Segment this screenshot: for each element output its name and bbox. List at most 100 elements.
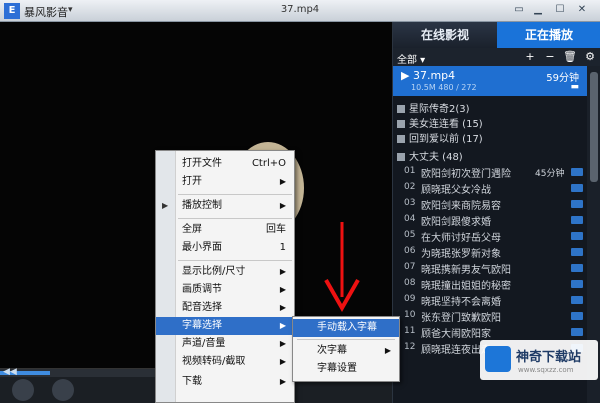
menu-item-subtitle-select[interactable]: 字幕选择 ▶ [156, 317, 294, 335]
episode-item[interactable]: 04 欧阳剑跟傻求婚 [393, 213, 587, 228]
menu-item-label: 字幕选择 [182, 320, 222, 331]
episode-item[interactable]: 05 在大师讨好岳父母 [393, 229, 587, 244]
app-menu-arrow-icon[interactable]: ▾ [68, 5, 73, 15]
menu-item-shortcut: 1 [279, 242, 286, 253]
menu-separator [178, 218, 292, 219]
collapse-icon[interactable] [397, 120, 405, 128]
app-name[interactable]: 暴风影音 [24, 4, 68, 20]
maximize-button[interactable]: ☐ [552, 3, 568, 18]
folder-icon[interactable]: ▬ [570, 82, 579, 92]
menu-item-dubbing[interactable]: 配音选择 ▶ [156, 299, 294, 317]
menu-item-open[interactable]: 打开 ▶ [156, 173, 294, 191]
episode-number: 02 [404, 182, 416, 192]
submenu-arrow-icon: ▶ [279, 201, 286, 210]
collapse-icon[interactable] [397, 105, 405, 113]
tab-now-playing[interactable]: 正在播放 [497, 22, 600, 48]
menu-item-label: 显示比例/尺寸 [182, 266, 246, 277]
episode-title: 晓珉携新男友气欧阳 [421, 265, 511, 276]
menu-item-label: 视频转码/截取 [182, 356, 246, 367]
menu-item-picture-quality[interactable]: 画质调节 ▶ [156, 281, 294, 299]
add-icon[interactable]: + [523, 50, 537, 64]
playlist-filter-dropdown[interactable]: 全部 ▾ [397, 51, 425, 66]
submenu-arrow-icon: ▶ [384, 346, 391, 355]
menu-item-load-subtitle[interactable]: 手动载入字幕 [293, 319, 399, 337]
playlist-group[interactable]: 大丈夫 (48) [397, 148, 463, 163]
episode-item[interactable]: 11 顾爸大闹欧阳家 [393, 325, 587, 340]
submenu-arrow-icon: ▶ [279, 321, 286, 330]
title-bar: E 暴风影音 ▾ 37.mp4 ▭ ▁ ☐ ✕ [0, 0, 600, 22]
menu-item-download[interactable]: 下载 ▶ [156, 373, 294, 391]
subtitle-submenu: 手动载入字幕 次字幕 ▶ 字幕设置 [292, 316, 400, 382]
episode-item[interactable]: 08 晓珉撞出姐姐的秘密 [393, 277, 587, 292]
mini-mode-button[interactable]: ▭ [511, 3, 527, 18]
menu-item-label: 画质调节 [182, 284, 222, 295]
episode-number: 04 [404, 214, 416, 224]
stop-button[interactable] [12, 379, 34, 401]
episode-number: 07 [404, 262, 416, 272]
menu-item-label: 打开文件 [182, 158, 222, 169]
remove-icon[interactable]: − [543, 50, 557, 64]
play-button[interactable] [52, 379, 74, 401]
current-file-name: ▶ 37.mp4 [401, 69, 456, 82]
hd-icon [571, 296, 583, 304]
tab-online-video[interactable]: 在线影视 [393, 22, 497, 48]
submenu-arrow-icon: ▶ [279, 177, 286, 186]
episode-number: 11 [404, 326, 416, 336]
episode-item[interactable]: 03 欧阳剑来商院易容 [393, 197, 587, 212]
menu-item-fullscreen[interactable]: 全屏 回车 [156, 221, 294, 239]
episode-number: 12 [404, 342, 416, 352]
playlist-toolbar: 全部 ▾ + − 🗑 ⚙ [393, 48, 600, 66]
menu-item-audio-volume[interactable]: 声道/音量 ▶ [156, 335, 294, 353]
episode-item[interactable]: 09 晓珉坚持不会离婚 [393, 293, 587, 308]
menu-item-label: 全屏 [182, 224, 202, 235]
playlist-group[interactable]: 美女连连看 (15) [397, 115, 483, 130]
playlist-current-item[interactable]: ▶ 37.mp4 59分钟 10.5M 480 / 272 ▬ [393, 66, 587, 96]
scrollbar-thumb[interactable] [590, 72, 598, 182]
menu-item-open-file[interactable]: 打开文件 Ctrl+O [156, 155, 294, 173]
collapse-icon[interactable] [397, 153, 405, 161]
group-label: 星际传奇2(3) [409, 104, 470, 115]
submenu-arrow-icon: ▶ [279, 285, 286, 294]
episode-item[interactable]: 07 晓珉携新男友气欧阳 [393, 261, 587, 276]
menu-item-transcode[interactable]: 视频转码/截取 ▶ [156, 353, 294, 371]
menu-item-aspect-ratio[interactable]: 显示比例/尺寸 ▶ [156, 263, 294, 281]
menu-item-label: 最小界面 [182, 242, 222, 253]
collapse-icon[interactable] [397, 135, 405, 143]
submenu-arrow-icon: ▶ [279, 357, 286, 366]
menu-item-label: 播放控制 [182, 200, 222, 211]
playlist-group[interactable]: 星际传奇2(3) [397, 100, 470, 115]
episode-title: 顾爸大闹欧阳家 [421, 329, 491, 340]
menu-item-label: 下载 [182, 376, 202, 387]
episode-title: 晓珉坚持不会离婚 [421, 297, 501, 308]
play-icon: ▶ [162, 201, 169, 210]
hd-icon [571, 168, 583, 176]
episode-item[interactable]: 10 张东登门致歉欧阳 [393, 309, 587, 324]
episode-title: 晓珉撞出姐姐的秘密 [421, 281, 511, 292]
menu-item-subtitle-settings[interactable]: 字幕设置 [293, 360, 399, 378]
episode-number: 05 [404, 230, 416, 240]
menu-item-label: 打开 [182, 176, 202, 187]
episode-item[interactable]: 01 欧阳剑初次登门遇险 45分钟 [393, 165, 587, 180]
close-button[interactable]: ✕ [574, 3, 590, 18]
trash-icon[interactable]: 🗑 [563, 50, 577, 64]
episode-number: 03 [404, 198, 416, 208]
episode-title: 欧阳剑跟傻求婚 [421, 217, 491, 228]
episode-duration: 45分钟 [535, 169, 565, 179]
episode-item[interactable]: 06 为晓珉张罗新对象 [393, 245, 587, 260]
hd-icon [571, 264, 583, 272]
watermark-text: 神奇下载站 [516, 350, 582, 365]
menu-item-label: 声道/音量 [182, 338, 226, 349]
settings-icon[interactable]: ⚙ [583, 50, 597, 64]
menu-item-mini-ui[interactable]: 最小界面 1 [156, 239, 294, 257]
menu-item-secondary-subtitle[interactable]: 次字幕 ▶ [293, 342, 399, 360]
menu-item-shortcut: 回车 [266, 224, 286, 235]
menu-item-playback-control[interactable]: ▶ 播放控制 ▶ [156, 197, 294, 215]
group-label: 美女连连看 (15) [409, 119, 483, 130]
rewind-icon[interactable]: ◀◀ [3, 367, 17, 377]
minimize-button[interactable]: ▁ [530, 3, 546, 18]
group-label: 大丈夫 (48) [409, 152, 463, 163]
playlist-group[interactable]: 回到爱以前 (17) [397, 130, 483, 145]
episode-item[interactable]: 02 顾晓珉父女冷战 [393, 181, 587, 196]
app-logo-icon[interactable]: E [4, 3, 20, 19]
group-label: 回到爱以前 (17) [409, 134, 483, 145]
